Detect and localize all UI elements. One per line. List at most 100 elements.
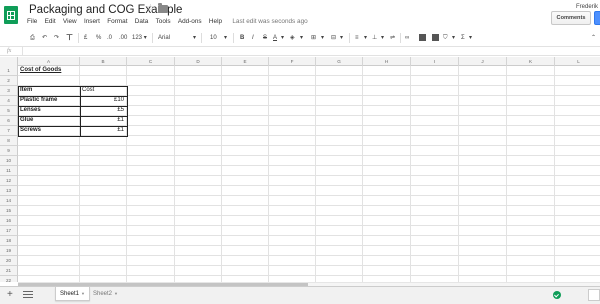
- cell-i17[interactable]: [411, 226, 459, 236]
- cell-b16[interactable]: [80, 216, 127, 226]
- cell-g6[interactable]: [316, 116, 363, 126]
- cell-l12[interactable]: [555, 176, 600, 186]
- cell-f12[interactable]: [269, 176, 316, 186]
- cell-c21[interactable]: [127, 266, 175, 276]
- cell-d10[interactable]: [175, 156, 222, 166]
- chevron-down-icon[interactable]: ▾: [381, 32, 384, 44]
- cell-c6[interactable]: [127, 116, 175, 126]
- cell-d2[interactable]: [175, 76, 222, 86]
- cell-l8[interactable]: [555, 136, 600, 146]
- cell-e21[interactable]: [222, 266, 269, 276]
- cell-k15[interactable]: [507, 206, 555, 216]
- chevron-down-icon[interactable]: ▾: [321, 32, 324, 44]
- cell-c16[interactable]: [127, 216, 175, 226]
- cell-a19[interactable]: [18, 246, 80, 256]
- cell-e1[interactable]: [222, 66, 269, 76]
- cell-c2[interactable]: [127, 76, 175, 86]
- cell-a7[interactable]: Screws: [18, 126, 80, 136]
- cell-e7[interactable]: [222, 126, 269, 136]
- row-header-13[interactable]: 13: [0, 186, 18, 196]
- row-header-1[interactable]: 1: [0, 66, 18, 76]
- cell-g14[interactable]: [316, 196, 363, 206]
- cell-g20[interactable]: [316, 256, 363, 266]
- cell-f20[interactable]: [269, 256, 316, 266]
- cell-b20[interactable]: [80, 256, 127, 266]
- cell-j2[interactable]: [459, 76, 507, 86]
- cell-i2[interactable]: [411, 76, 459, 86]
- cell-b19[interactable]: [80, 246, 127, 256]
- fill-color-icon[interactable]: ◈: [290, 32, 295, 44]
- cell-j7[interactable]: [459, 126, 507, 136]
- cell-c14[interactable]: [127, 196, 175, 206]
- cell-l15[interactable]: [555, 206, 600, 216]
- horizontal-align-icon[interactable]: ≡: [355, 32, 359, 44]
- cell-e2[interactable]: [222, 76, 269, 86]
- cell-g12[interactable]: [316, 176, 363, 186]
- cell-i15[interactable]: [411, 206, 459, 216]
- cell-f4[interactable]: [269, 96, 316, 106]
- row-header-20[interactable]: 20: [0, 256, 18, 266]
- cell-i19[interactable]: [411, 246, 459, 256]
- cell-b1[interactable]: [80, 66, 127, 76]
- cell-b4[interactable]: £10: [80, 96, 127, 106]
- cell-h10[interactable]: [363, 156, 411, 166]
- cell-j17[interactable]: [459, 226, 507, 236]
- cell-l6[interactable]: [555, 116, 600, 126]
- cell-h13[interactable]: [363, 186, 411, 196]
- cell-c8[interactable]: [127, 136, 175, 146]
- merge-cells-icon[interactable]: ⊟: [331, 32, 336, 44]
- cell-e15[interactable]: [222, 206, 269, 216]
- cell-e3[interactable]: [222, 86, 269, 96]
- cell-b2[interactable]: [80, 76, 127, 86]
- cell-h20[interactable]: [363, 256, 411, 266]
- column-header-b[interactable]: B: [80, 57, 127, 66]
- cell-e6[interactable]: [222, 116, 269, 126]
- cell-d11[interactable]: [175, 166, 222, 176]
- percent-format-button[interactable]: %: [96, 32, 101, 44]
- cell-j10[interactable]: [459, 156, 507, 166]
- cell-i21[interactable]: [411, 266, 459, 276]
- select-all-corner[interactable]: [0, 57, 18, 66]
- cell-c20[interactable]: [127, 256, 175, 266]
- cell-g13[interactable]: [316, 186, 363, 196]
- cell-g5[interactable]: [316, 106, 363, 116]
- cell-l3[interactable]: [555, 86, 600, 96]
- menu-data[interactable]: Data: [135, 18, 149, 25]
- cell-j9[interactable]: [459, 146, 507, 156]
- menu-file[interactable]: File: [27, 18, 37, 25]
- cell-f15[interactable]: [269, 206, 316, 216]
- chevron-down-icon[interactable]: ▾: [224, 32, 227, 44]
- cell-l20[interactable]: [555, 256, 600, 266]
- cell-i1[interactable]: [411, 66, 459, 76]
- sheet-tab-sheet1[interactable]: Sheet1 ▼: [55, 287, 90, 301]
- user-name[interactable]: Frederik: [576, 4, 598, 10]
- cell-h11[interactable]: [363, 166, 411, 176]
- insert-comment-icon[interactable]: [419, 34, 426, 41]
- cell-a18[interactable]: [18, 236, 80, 246]
- cell-c3[interactable]: [127, 86, 175, 96]
- cell-i18[interactable]: [411, 236, 459, 246]
- cell-f18[interactable]: [269, 236, 316, 246]
- cell-f14[interactable]: [269, 196, 316, 206]
- cell-d1[interactable]: [175, 66, 222, 76]
- cell-h12[interactable]: [363, 176, 411, 186]
- cell-g4[interactable]: [316, 96, 363, 106]
- cell-f21[interactable]: [269, 266, 316, 276]
- cell-f9[interactable]: [269, 146, 316, 156]
- cell-e12[interactable]: [222, 176, 269, 186]
- cell-h1[interactable]: [363, 66, 411, 76]
- cell-k14[interactable]: [507, 196, 555, 206]
- chevron-down-icon[interactable]: ▼: [81, 291, 85, 296]
- cell-g10[interactable]: [316, 156, 363, 166]
- cell-l14[interactable]: [555, 196, 600, 206]
- row-header-11[interactable]: 11: [0, 166, 18, 176]
- cell-d21[interactable]: [175, 266, 222, 276]
- cell-l21[interactable]: [555, 266, 600, 276]
- row-header-10[interactable]: 10: [0, 156, 18, 166]
- cell-b3[interactable]: Cost: [80, 86, 127, 96]
- increase-decimal-button[interactable]: .00: [119, 32, 127, 44]
- cell-b21[interactable]: [80, 266, 127, 276]
- cell-a14[interactable]: [18, 196, 80, 206]
- chevron-down-icon[interactable]: ▾: [469, 32, 472, 44]
- cell-f8[interactable]: [269, 136, 316, 146]
